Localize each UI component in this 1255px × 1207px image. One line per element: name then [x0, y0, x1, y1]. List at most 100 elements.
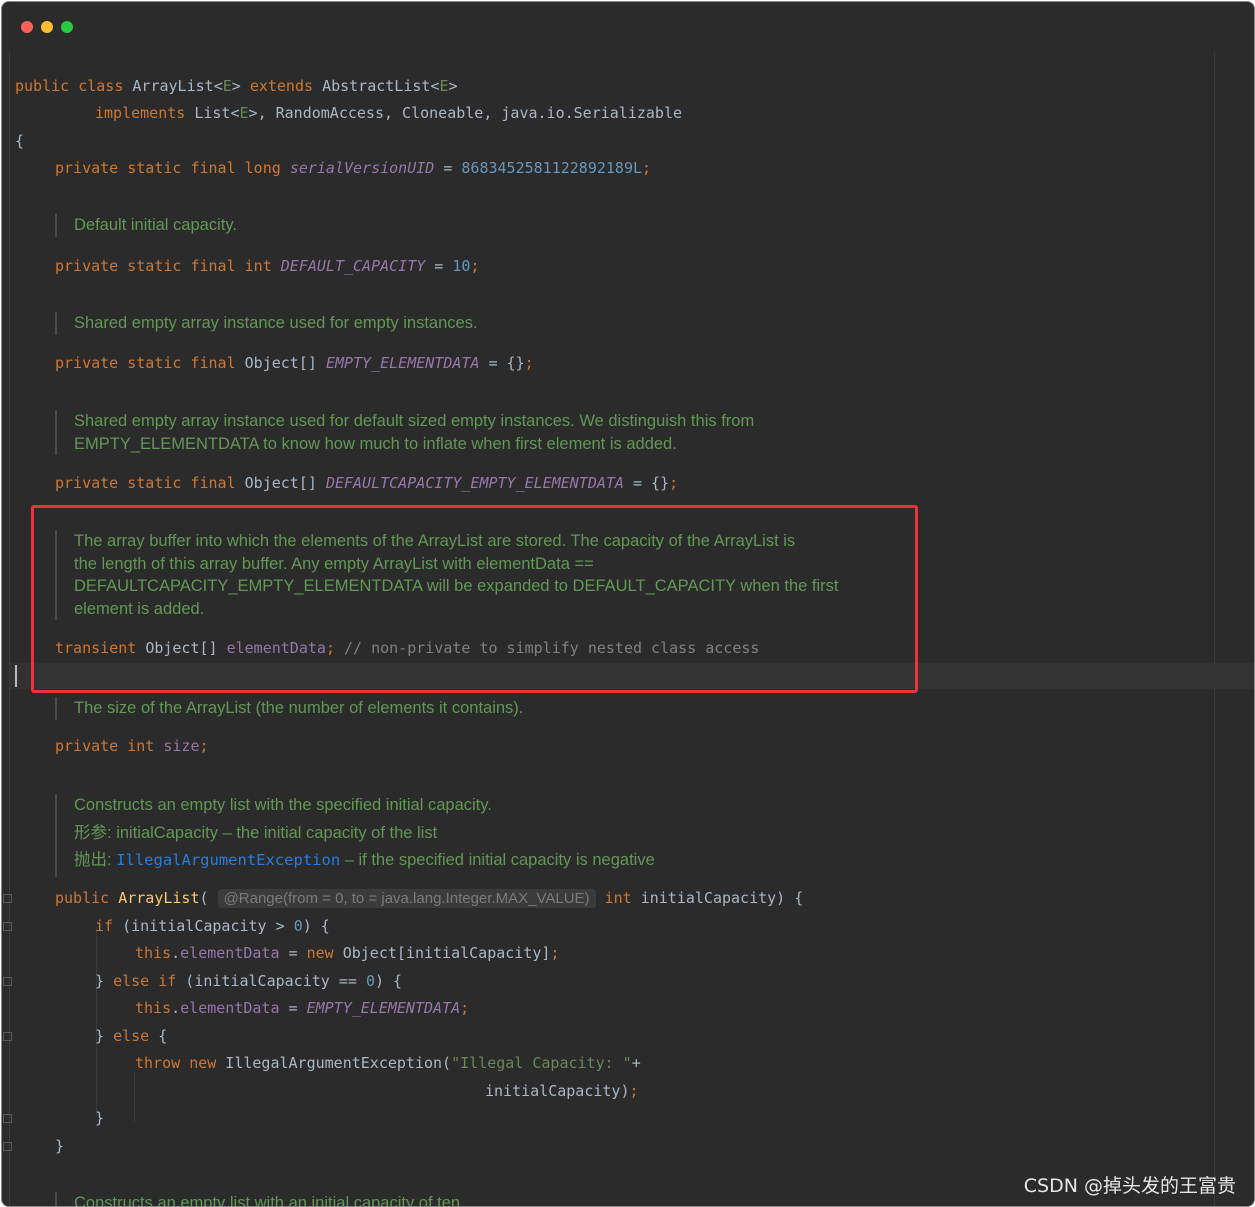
close-window-button[interactable]: [21, 21, 33, 33]
size-field-line: private int size;: [55, 736, 209, 756]
punct: ;: [460, 999, 470, 1017]
type: Object[]: [244, 474, 317, 492]
punct: = {}: [479, 354, 525, 372]
throw-line: throw new IllegalArgumentException("Ille…: [135, 1053, 641, 1073]
doc-text: Constructs an empty list with an initial…: [74, 1194, 465, 1207]
keyword: if: [158, 972, 177, 990]
doc-text: Default initial capacity.: [74, 216, 237, 234]
type-param: E: [239, 104, 249, 122]
punct: .: [171, 999, 181, 1017]
minimize-window-button[interactable]: [41, 21, 53, 33]
punct: =: [425, 257, 453, 275]
doc-comment: The size of the ArrayList (the number of…: [55, 697, 523, 720]
field-name: EMPTY_ELEMENTDATA: [325, 354, 480, 372]
highlight-annotation-box: [31, 505, 918, 693]
doc-comment: Shared empty array instance used for def…: [55, 410, 754, 455]
close-brace: }: [95, 1109, 105, 1127]
keyword: class: [78, 77, 124, 95]
assign-line: this.elementData = new Object[initialCap…: [135, 943, 559, 963]
field-name: DEFAULTCAPACITY_EMPTY_ELEMENTDATA: [325, 474, 624, 492]
modifiers: private static final long: [55, 159, 281, 177]
zoom-window-button[interactable]: [61, 21, 73, 33]
punct: ;: [199, 737, 209, 755]
inlay-hint[interactable]: @Range(from = 0, to = java.lang.Integer.…: [217, 889, 596, 908]
class-ref: IllegalArgumentException(: [216, 1054, 452, 1072]
punct: ;: [470, 257, 480, 275]
keyword: new: [306, 944, 334, 962]
watermark: CSDN @掉头发的王富贵: [1023, 1175, 1236, 1197]
modifiers: private static final int: [55, 257, 272, 275]
doc-tag: 抛出:: [74, 851, 112, 869]
super-class: AbstractList: [322, 77, 431, 95]
right-margin-guide: [1214, 52, 1215, 1206]
type-param: E: [439, 77, 449, 95]
punct: ;: [550, 944, 560, 962]
doc-comment: Default initial capacity.: [55, 214, 237, 237]
keyword: extends: [249, 77, 314, 95]
text-caret: [15, 665, 17, 687]
fold-marker-icon[interactable]: [3, 922, 12, 931]
punct: }: [95, 1027, 114, 1045]
field-ref: elementData: [180, 944, 280, 962]
else-if-line: } else if (initialCapacity == 0) {: [95, 971, 402, 991]
punct: ;: [524, 354, 534, 372]
punct: <: [213, 77, 223, 95]
modifiers: private static final: [55, 354, 236, 372]
field-name: size: [163, 737, 200, 755]
title-bar: [2, 2, 1254, 52]
indent-guide: [96, 927, 97, 1117]
fold-marker-icon[interactable]: [3, 977, 12, 986]
doc-comment: Constructs an empty list with an initial…: [55, 1192, 465, 1207]
doc-tag: 形参:: [74, 823, 112, 842]
keyword: public: [55, 889, 110, 907]
string-literal: "Illegal Capacity: ": [451, 1054, 632, 1072]
modifiers: private int: [55, 737, 155, 755]
number: 0: [293, 917, 303, 935]
fold-marker-icon[interactable]: [3, 894, 12, 903]
fold-marker-icon[interactable]: [3, 1114, 12, 1123]
modifiers: private static final: [55, 474, 236, 492]
punct: =: [279, 999, 307, 1017]
keyword: new: [189, 1054, 217, 1072]
keyword: this: [135, 944, 172, 962]
interface: List: [194, 104, 231, 122]
doc-comment: Constructs an empty list with the specif…: [55, 794, 655, 877]
empty-elementdata-line: private static final Object[] EMPTY_ELEM…: [55, 353, 534, 373]
punct: ;: [669, 474, 679, 492]
else-line: } else {: [95, 1026, 167, 1046]
number: 8683452581122892189L: [461, 159, 643, 177]
interfaces: , RandomAccess, Cloneable, java.io.Seria…: [257, 104, 683, 122]
ide-window: public class ArrayList<E> extends Abstra…: [1, 1, 1255, 1207]
keyword: this: [135, 999, 172, 1017]
doc-comment: Shared empty array instance used for emp…: [55, 312, 478, 335]
expression: Object[initialCapacity]: [333, 944, 551, 962]
keyword: public: [15, 77, 70, 95]
condition: (initialCapacity >: [113, 917, 294, 935]
throw-continuation-line: initialCapacity);: [485, 1081, 639, 1101]
keyword: implements: [95, 104, 186, 122]
punct: >: [448, 77, 458, 95]
punct: =: [279, 944, 307, 962]
parameter: initialCapacity) {: [640, 889, 804, 907]
punct: ;: [642, 159, 652, 177]
punct: ) {: [302, 917, 330, 935]
doc-text: EMPTY_ELEMENTDATA to know how much to in…: [74, 434, 677, 453]
number: 0: [365, 972, 375, 990]
open-brace: {: [15, 132, 25, 150]
argument: initialCapacity): [485, 1082, 630, 1100]
doc-link[interactable]: IllegalArgumentException: [116, 851, 340, 869]
field-name: serialVersionUID: [289, 159, 435, 177]
fold-marker-icon[interactable]: [3, 1032, 12, 1041]
punct: }: [95, 972, 114, 990]
implements-line: implements List<E>, RandomAccess, Clonea…: [95, 103, 682, 123]
default-capacity-line: private static final int DEFAULT_CAPACIT…: [55, 256, 479, 276]
constructor-signature-line: public ArrayList( @Range(from = 0, to = …: [55, 888, 803, 908]
class-declaration-line: public class ArrayList<E> extends Abstra…: [15, 76, 458, 96]
doc-throws-row: 抛出: IllegalArgumentException – if the sp…: [74, 849, 655, 872]
class-name: ArrayList: [132, 77, 214, 95]
type: Object[]: [244, 354, 317, 372]
type-param: E: [222, 77, 232, 95]
condition: (initialCapacity ==: [176, 972, 366, 990]
fold-marker-icon[interactable]: [3, 1142, 12, 1151]
punct: = {}: [623, 474, 670, 492]
